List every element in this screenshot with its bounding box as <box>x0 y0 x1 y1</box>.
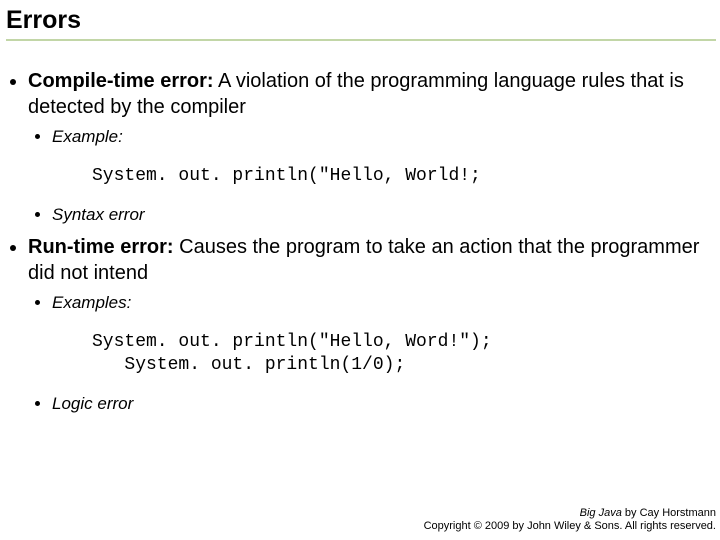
sublist-runtime-note: Logic error <box>28 393 700 416</box>
code-compile: System. out. println("Hello, World!; <box>28 155 700 198</box>
footer-line1: Big Java by Cay Horstmann <box>424 507 716 521</box>
title-area: Errors <box>0 0 720 41</box>
title-spacer <box>0 41 720 69</box>
sublist-runtime: Examples: <box>28 292 700 315</box>
footer-author: by Cay Horstmann <box>622 507 716 519</box>
footer-book: Big Java <box>580 507 622 519</box>
sublist-compile: Example: <box>28 126 700 149</box>
term-run-time: Run-time error: <box>28 236 174 258</box>
bullet-list: Compile-time error: A violation of the p… <box>0 69 720 416</box>
note-runtime: Logic error <box>52 393 700 416</box>
footer: Big Java by Cay Horstmann Copyright © 20… <box>424 507 716 535</box>
slide: Errors Compile-time error: A violation o… <box>0 0 720 540</box>
example-label-compile: Example: <box>52 126 700 149</box>
sublist-compile-note: Syntax error <box>28 204 700 227</box>
examples-label-runtime: Examples: <box>52 292 700 315</box>
term-compile-time: Compile-time error: <box>28 70 214 92</box>
bullet-run-time: Run-time error: Causes the program to ta… <box>28 235 700 416</box>
note-compile: Syntax error <box>52 204 700 227</box>
bullet-compile-time: Compile-time error: A violation of the p… <box>28 69 700 227</box>
code-runtime: System. out. println("Hello, Word!"); Sy… <box>28 321 700 387</box>
footer-copyright: Copyright © 2009 by John Wiley & Sons. A… <box>424 520 716 534</box>
slide-title: Errors <box>6 6 720 39</box>
